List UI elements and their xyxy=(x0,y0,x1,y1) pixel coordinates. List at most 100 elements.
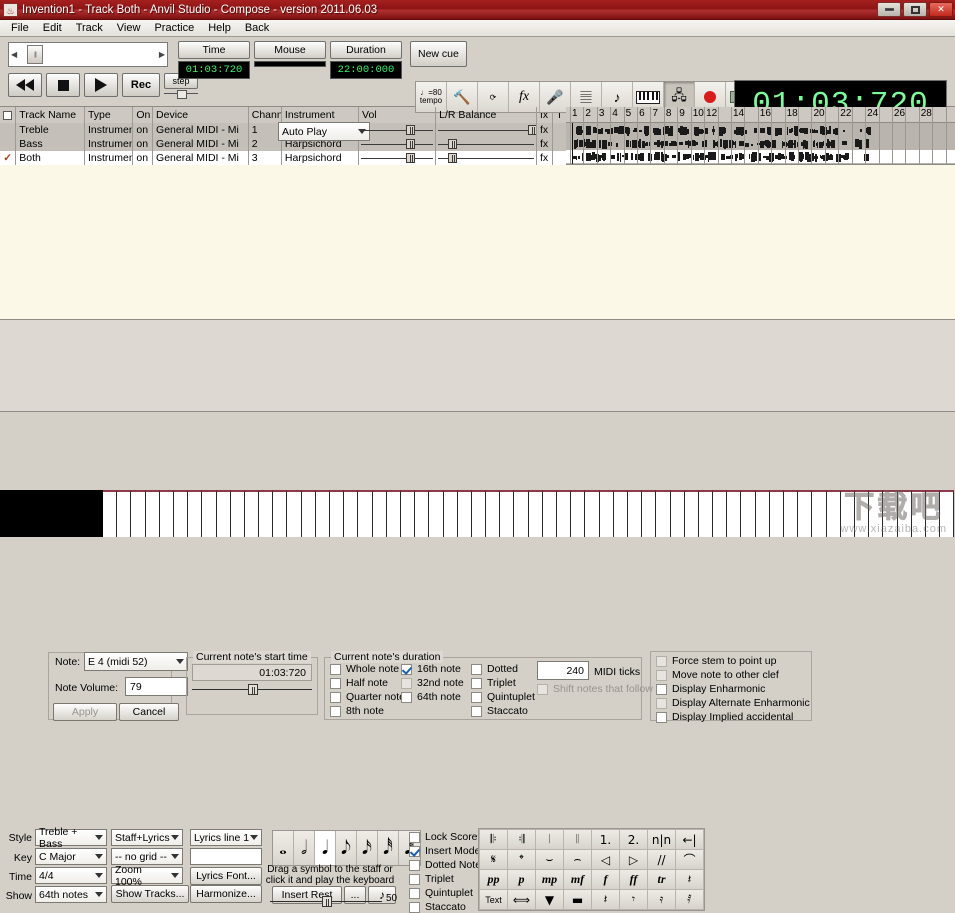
duration-staccato[interactable]: Staccato xyxy=(471,705,528,717)
header-device[interactable]: Device xyxy=(153,107,249,123)
checkbox[interactable] xyxy=(656,698,667,709)
rewind-button[interactable] xyxy=(8,73,42,97)
piano-white-key[interactable] xyxy=(202,490,216,537)
time-select[interactable]: 4/4 xyxy=(35,867,107,884)
option-insert-mode[interactable]: Insert Mode xyxy=(409,845,480,857)
checkbox[interactable] xyxy=(656,712,667,723)
zoom-select[interactable]: Zoom 100% xyxy=(111,867,183,884)
header-vol[interactable]: Vol xyxy=(359,107,436,123)
symbol-20[interactable]: f xyxy=(592,870,619,889)
piano-white-key[interactable] xyxy=(131,490,145,537)
checkbox[interactable] xyxy=(656,684,667,695)
piano-white-key[interactable] xyxy=(741,490,755,537)
piano-white-key[interactable] xyxy=(429,490,443,537)
record-button[interactable]: Rec xyxy=(122,73,160,97)
piano-white-key[interactable] xyxy=(401,490,415,537)
start-time-slider[interactable] xyxy=(192,684,312,695)
minimize-button[interactable] xyxy=(877,2,901,17)
piano-white-key[interactable] xyxy=(174,490,188,537)
palette-note-4[interactable]: 𝅘𝅥𝅯 xyxy=(357,831,378,865)
piano-white-key[interactable] xyxy=(543,490,557,537)
checkbox[interactable] xyxy=(330,678,341,689)
duration-dotted[interactable]: Dotted xyxy=(471,663,518,675)
piano-white-key[interactable] xyxy=(259,490,273,537)
piano-white-key[interactable] xyxy=(557,490,571,537)
duration-button[interactable]: Duration xyxy=(330,41,402,59)
checkbox[interactable] xyxy=(330,692,341,703)
piano-white-key[interactable] xyxy=(713,490,727,537)
piano-white-key[interactable] xyxy=(160,490,174,537)
piano-white-key[interactable] xyxy=(600,490,614,537)
row-on[interactable]: on xyxy=(133,151,153,165)
symbol-22[interactable]: tr xyxy=(648,870,675,889)
symbol-28[interactable]: 𝄽 xyxy=(592,890,619,909)
menu-item-view[interactable]: View xyxy=(110,21,148,35)
row-check[interactable] xyxy=(0,123,16,137)
duration-8th[interactable]: 8th note xyxy=(330,705,384,717)
scroll-left-icon[interactable]: ◀ xyxy=(11,50,17,59)
symbol-2[interactable]: 𝄀 xyxy=(536,830,563,849)
piano-white-key[interactable] xyxy=(486,490,500,537)
row-fx-button[interactable]: fx xyxy=(537,123,553,137)
palette-note-1[interactable]: 𝅗𝅥 xyxy=(294,831,315,865)
row-vol-slider[interactable] xyxy=(359,123,436,137)
menu-item-edit[interactable]: Edit xyxy=(36,21,69,35)
piano-white-key[interactable] xyxy=(699,490,713,537)
row-fx-button[interactable]: fx xyxy=(537,137,553,151)
time-button[interactable]: Time xyxy=(178,41,250,59)
piano-white-key[interactable] xyxy=(358,490,372,537)
duration-half[interactable]: Half note xyxy=(330,677,388,689)
symbol-0[interactable]: 𝄆 xyxy=(480,830,507,849)
apply-button[interactable]: Apply xyxy=(53,703,117,721)
piano-white-key[interactable] xyxy=(614,490,628,537)
symbol-16[interactable]: pp xyxy=(480,870,507,889)
row-vol-slider[interactable] xyxy=(359,137,436,151)
symbol-30[interactable]: 𝄿 xyxy=(648,890,675,909)
menu-item-help[interactable]: Help xyxy=(201,21,238,35)
checkbox[interactable] xyxy=(409,888,420,899)
staff-view-select[interactable]: Staff+Lyrics xyxy=(111,829,183,846)
duration-quarter[interactable]: Quarter note xyxy=(330,691,405,703)
option-lock-score[interactable]: Lock Score xyxy=(409,831,478,843)
show-select[interactable]: 64th notes xyxy=(35,886,107,903)
option-alt-enharmonic[interactable]: Display Alternate Enharmonic xyxy=(656,697,810,709)
lyrics-line-select[interactable]: Lyrics line 1 xyxy=(190,829,262,846)
option-dotted-note[interactable]: Dotted Note xyxy=(409,859,481,871)
checkbox[interactable] xyxy=(656,670,667,681)
piano-white-key[interactable] xyxy=(784,490,798,537)
score-editor[interactable]: 𝄞 44 𝄢 44 If this track had lyrics they … xyxy=(0,165,955,320)
row-vol-slider[interactable] xyxy=(359,151,436,165)
checkbox[interactable] xyxy=(656,656,667,667)
mouse-button[interactable]: Mouse xyxy=(254,41,326,59)
checkbox[interactable] xyxy=(401,678,412,689)
note-select[interactable]: E 4 (midi 52) xyxy=(84,652,188,671)
piano-white-key[interactable] xyxy=(514,490,528,537)
row-on[interactable]: on xyxy=(133,123,153,137)
palette-note-3[interactable]: 𝅘𝅥𝅮 xyxy=(336,831,357,865)
piano-white-key[interactable] xyxy=(756,490,770,537)
checkbox[interactable] xyxy=(409,874,420,885)
style-select[interactable]: Treble + Bass xyxy=(35,829,107,846)
key-select[interactable]: C Major xyxy=(35,848,107,865)
table-row[interactable]: ✓ Both Instrument on General MIDI - Mi 3… xyxy=(0,151,566,165)
option-implied-accidental[interactable]: Display Implied accidental xyxy=(656,711,793,723)
menu-item-back[interactable]: Back xyxy=(238,21,276,35)
row-check[interactable]: ✓ xyxy=(0,151,16,165)
piano-white-key[interactable] xyxy=(827,490,841,537)
piano-white-key[interactable] xyxy=(273,490,287,537)
symbol-13[interactable]: ▷ xyxy=(620,850,647,869)
symbol-21[interactable]: ff xyxy=(620,870,647,889)
stop-button[interactable] xyxy=(46,73,80,97)
harmonize-button[interactable]: Harmonize... xyxy=(190,885,262,903)
maximize-button[interactable] xyxy=(903,2,927,17)
row-balance-slider[interactable] xyxy=(436,151,537,165)
step-slider[interactable] xyxy=(164,90,198,97)
checkbox[interactable] xyxy=(401,692,412,703)
option-display-enharmonic[interactable]: Display Enharmonic xyxy=(656,683,765,695)
symbol-9[interactable]: 𝄌 xyxy=(508,850,535,869)
option-triplet[interactable]: Triplet xyxy=(409,873,454,885)
piano-white-key[interactable] xyxy=(500,490,514,537)
symbol-11[interactable]: ⌢ xyxy=(564,850,591,869)
duration-whole[interactable]: Whole note xyxy=(330,663,399,675)
duration-64th[interactable]: 64th note xyxy=(401,691,461,703)
